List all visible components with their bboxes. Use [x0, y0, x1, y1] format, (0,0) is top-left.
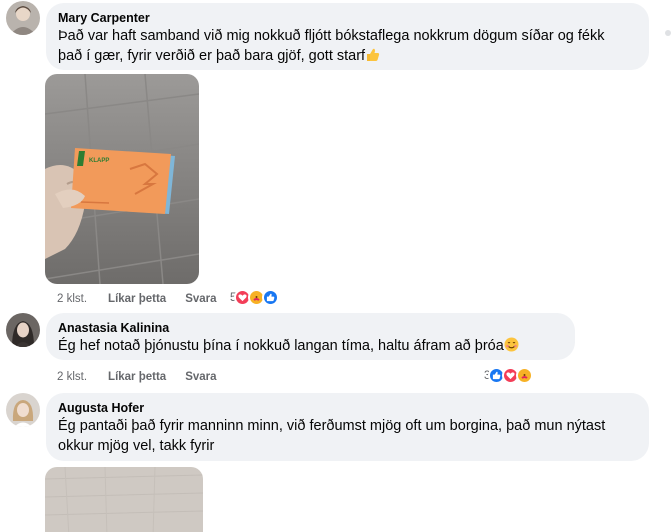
like-button[interactable]: Líkar þetta: [108, 292, 166, 306]
comment-photo[interactable]: [45, 467, 203, 532]
smiling-face-emoji-icon: [504, 337, 519, 352]
comment-text-line: okkur mjög vel, takk fyrir: [58, 438, 215, 454]
comment-bubble: Anastasia Kalinina Ég hef notað þjónustu…: [46, 313, 575, 360]
comment-author[interactable]: Anastasia Kalinina: [58, 320, 563, 336]
reaction-summary[interactable]: 3: [484, 367, 534, 384]
comment-timestamp[interactable]: 2 klst.: [57, 292, 87, 306]
comment-author[interactable]: Mary Carpenter: [58, 10, 637, 26]
comment-bubble: Mary Carpenter Það var haft samband við …: [46, 3, 649, 70]
comment-text-line: það í gær, fyrir verðið er það bara gjöf…: [58, 46, 637, 66]
more-options-icon[interactable]: [665, 30, 671, 36]
reply-button[interactable]: Svara: [185, 370, 216, 384]
avatar[interactable]: [6, 313, 40, 347]
reaction-summary[interactable]: 5: [230, 289, 280, 306]
comment-bubble: Augusta Hofer Ég pantaði það fyrir manni…: [46, 393, 649, 461]
comment-text-line: Ég hef notað þjónustu þína í nokkuð lang…: [58, 336, 563, 356]
comment-meta: 2 klst. Líkar þetta Svara: [57, 292, 236, 306]
like-reaction-icon: [262, 289, 280, 306]
comment-meta: 2 klst. Líkar þetta Svara: [57, 370, 236, 384]
comment-timestamp[interactable]: 2 klst.: [57, 370, 87, 384]
thumbs-up-emoji-icon: [365, 47, 380, 62]
avatar[interactable]: [6, 393, 40, 427]
comment-text-line: Það var haft samband við mig nokkuð fljó…: [58, 28, 605, 44]
comment-author[interactable]: Augusta Hofer: [58, 400, 637, 416]
card-brand-text: KLAPP: [89, 158, 109, 164]
avatar[interactable]: [6, 1, 40, 35]
comment-photo[interactable]: KLAPP: [45, 74, 199, 284]
like-button[interactable]: Líkar þetta: [108, 370, 166, 384]
reply-button[interactable]: Svara: [185, 292, 216, 306]
comment-text-line: Ég pantaði það fyrir manninn minn, við f…: [58, 418, 606, 434]
care-reaction-icon: [516, 367, 534, 384]
